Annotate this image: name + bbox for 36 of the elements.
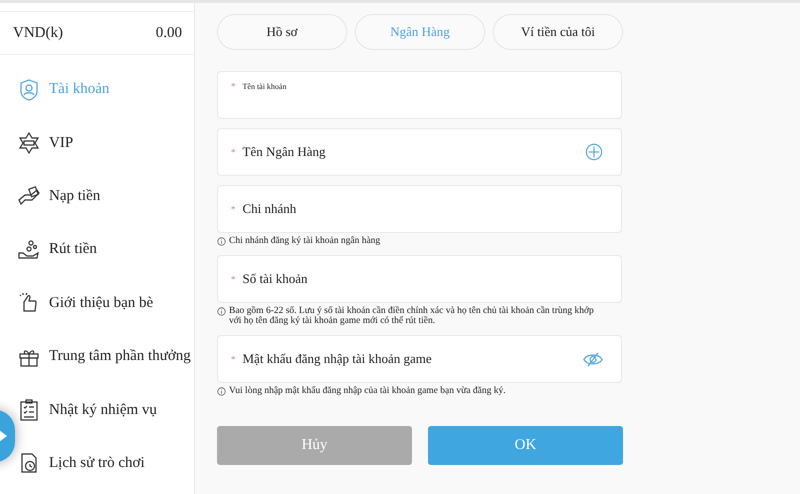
field-label: Chi nhánh xyxy=(242,201,296,217)
menu-item[interactable]: Nạp tiền xyxy=(17,170,194,224)
tab[interactable]: Hồ sơ xyxy=(217,14,347,50)
menu-item[interactable]: Nhật ký nhiệm vụ xyxy=(17,383,194,437)
plus-circle-icon[interactable] xyxy=(585,143,603,161)
required-mark: * xyxy=(231,274,236,284)
hint-text: Chi nhánh đăng ký tài khoản ngân hàng xyxy=(229,236,380,246)
info-icon xyxy=(217,307,226,316)
eye-off-icon[interactable] xyxy=(583,350,603,368)
field-label: Tên Ngân Hàng xyxy=(242,144,326,160)
info-icon xyxy=(217,237,226,246)
vip-star-icon xyxy=(17,131,41,156)
required-mark: * xyxy=(231,147,236,157)
menu-item[interactable]: Trung tâm phần thưởng xyxy=(17,330,194,384)
menu-item[interactable]: Giới thiệu bạn bè xyxy=(17,276,194,330)
tab[interactable]: Ví tiền của tôi xyxy=(493,14,623,50)
field-label: Tên tài khoản xyxy=(242,82,286,90)
balance-amount: 0.00 xyxy=(156,24,182,42)
required-mark: * xyxy=(231,354,236,364)
info-icon xyxy=(217,387,226,396)
menu-item[interactable]: Lịch sử trò chơi xyxy=(17,436,194,490)
currency-label: VND(k) xyxy=(13,24,63,42)
hint-text: Bao gồm 6-22 số. Lưu ý số tài khoản cần điền chính xác và họ tên chủ tài khoản cần trùng khớp với họ tên đăng ký tài khoản game mới có thể rút tiền. xyxy=(229,306,595,326)
required-mark: * xyxy=(231,204,236,214)
input-field[interactable]: * Số tài khoản xyxy=(217,255,622,303)
input-field[interactable]: * Tên tài khoản xyxy=(217,71,622,119)
hint-text: Vui lòng nhập mật khẩu đăng nhập của tài khoản game bạn vừa đăng ký. xyxy=(229,386,506,396)
required-mark: * xyxy=(231,81,236,91)
field-label: Số tài khoản xyxy=(242,271,308,287)
input-field[interactable]: * Tên Ngân Hàng xyxy=(217,128,622,176)
play-icon xyxy=(0,430,7,442)
menu-item[interactable]: Rút tiền xyxy=(17,223,194,277)
menu-item[interactable]: VIP xyxy=(17,116,194,170)
field-label: Mật khẩu đăng nhập tài khoản game xyxy=(242,351,432,367)
input-field[interactable]: * Mật khẩu đăng nhập tài khoản game xyxy=(217,335,622,383)
input-field[interactable]: * Chi nhánh xyxy=(217,185,622,233)
